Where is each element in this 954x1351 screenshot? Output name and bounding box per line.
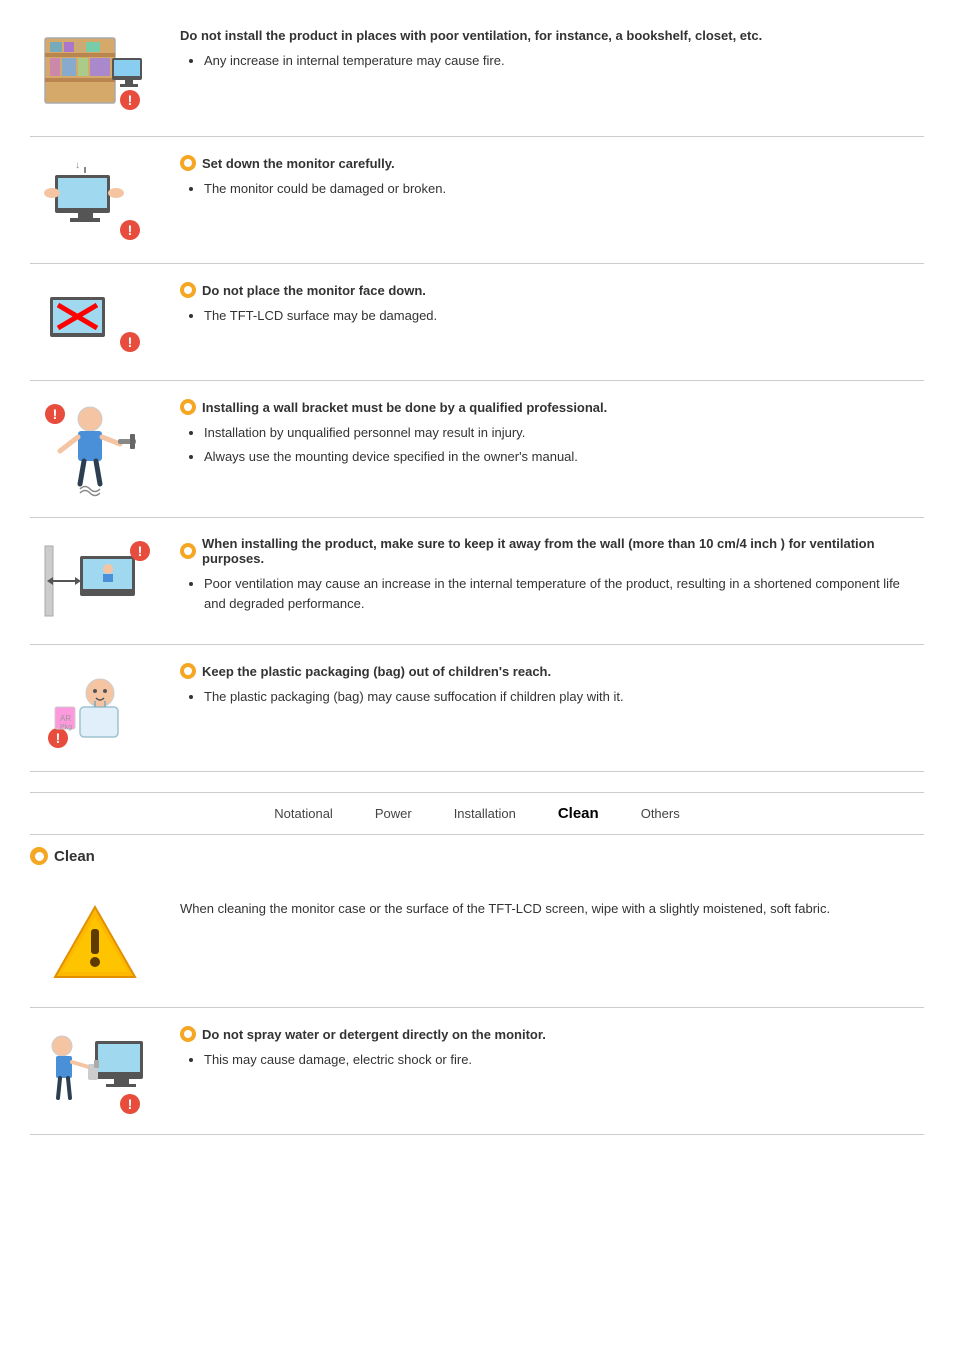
bullets-keep-away-wall: Poor ventilation may cause an increase i… [180, 574, 924, 613]
nav-others[interactable]: Others [635, 802, 686, 825]
illus-ventilation-svg: ! [40, 28, 150, 118]
section-ventilation: ! Do not install the product in places w… [30, 10, 924, 137]
clean-heading-text: Clean [54, 848, 95, 865]
svg-text:AR: AR [60, 714, 71, 723]
title-keep-away-wall: When installing the product, make sure t… [180, 536, 924, 566]
bullets-face-down: The TFT-LCD surface may be damaged. [180, 306, 924, 326]
clean-intro-text: When cleaning the monitor case or the su… [180, 899, 924, 920]
clean-section-heading: Clean [30, 847, 924, 865]
content-plastic-bag: Keep the plastic packaging (bag) out of … [180, 663, 924, 711]
title-text-wall-bracket: Installing a wall bracket must be done b… [202, 400, 607, 415]
svg-text:!: ! [138, 543, 143, 559]
caution-icon-no-spray [180, 1026, 196, 1042]
image-wall-bracket: ! [30, 399, 160, 499]
image-warning-triangle [30, 899, 160, 989]
svg-text:!: ! [56, 730, 61, 746]
image-face-down: ! [30, 282, 160, 362]
svg-text:!: ! [128, 334, 133, 350]
title-text-keep-away-wall: When installing the product, make sure t… [202, 536, 924, 566]
svg-text:!: ! [128, 1096, 133, 1112]
section-keep-away-wall: ! When installing the product, make sure… [30, 518, 924, 645]
caution-icon-set-down [180, 155, 196, 171]
title-plastic-bag: Keep the plastic packaging (bag) out of … [180, 663, 924, 679]
illus-warning-triangle-svg [50, 899, 140, 989]
caution-icon-face-down [180, 282, 196, 298]
svg-text:Pkg: Pkg [60, 724, 72, 731]
section-plastic-bag: ! AR Pkg Keep the plastic packaging (bag… [30, 645, 924, 772]
bullets-ventilation: Any increase in internal temperature may… [180, 51, 924, 71]
section-clean-intro: When cleaning the monitor case or the su… [30, 881, 924, 1008]
caution-icon-plastic-bag [180, 663, 196, 679]
content-keep-away-wall: When installing the product, make sure t… [180, 536, 924, 617]
content-face-down: Do not place the monitor face down. The … [180, 282, 924, 330]
caution-icon-keep-away [180, 543, 196, 559]
svg-text:!: ! [128, 222, 133, 238]
bullet-ventilation-0: Any increase in internal temperature may… [204, 51, 924, 71]
title-text-face-down: Do not place the monitor face down. [202, 283, 426, 298]
illus-face-down-svg: ! [40, 282, 150, 362]
nav-clean[interactable]: Clean [552, 801, 605, 826]
illus-wall-bracket-svg: ! [40, 399, 150, 499]
bullet-keep-away-wall-0: Poor ventilation may cause an increase i… [204, 574, 924, 613]
bullet-set-down-0: The monitor could be damaged or broken. [204, 179, 924, 199]
title-text-plastic-bag: Keep the plastic packaging (bag) out of … [202, 664, 551, 679]
bullets-wall-bracket: Installation by unqualified personnel ma… [180, 423, 924, 466]
title-text-set-down: Set down the monitor carefully. [202, 156, 395, 171]
nav-notational[interactable]: Notational [268, 802, 339, 825]
content-ventilation: Do not install the product in places wit… [180, 28, 924, 75]
bullets-no-spray: This may cause damage, electric shock or… [180, 1050, 924, 1070]
bullets-plastic-bag: The plastic packaging (bag) may cause su… [180, 687, 924, 707]
title-set-down: Set down the monitor carefully. [180, 155, 924, 171]
section-set-down: ! ↓ Set down the monitor carefully. The … [30, 137, 924, 264]
title-text-ventilation: Do not install the product in places wit… [180, 28, 762, 43]
image-set-down: ! ↓ [30, 155, 160, 245]
svg-text:!: ! [53, 406, 58, 422]
section-wall-bracket: ! Installing a wall bracket must be done… [30, 381, 924, 518]
caution-circle-clean [30, 847, 48, 865]
content-no-spray: Do not spray water or detergent directly… [180, 1026, 924, 1074]
bullet-wall-bracket-1: Always use the mounting device specified… [204, 447, 924, 467]
image-no-spray: ! [30, 1026, 160, 1116]
image-ventilation: ! [30, 28, 160, 118]
illus-set-down-svg: ! ↓ [40, 155, 150, 245]
section-no-spray: ! Do not spray water or detergent direct… [30, 1008, 924, 1135]
title-ventilation: Do not install the product in places wit… [180, 28, 924, 43]
nav-bar: Notational Power Installation Clean Othe… [30, 792, 924, 835]
content-wall-bracket: Installing a wall bracket must be done b… [180, 399, 924, 470]
bullets-set-down: The monitor could be damaged or broken. [180, 179, 924, 199]
image-keep-away-wall: ! [30, 536, 160, 626]
bullet-wall-bracket-0: Installation by unqualified personnel ma… [204, 423, 924, 443]
image-plastic-bag: ! AR Pkg [30, 663, 160, 753]
section-face-down: ! Do not place the monitor face down. Th… [30, 264, 924, 381]
nav-installation[interactable]: Installation [448, 802, 522, 825]
page-container: ! Do not install the product in places w… [0, 0, 954, 1145]
title-wall-bracket: Installing a wall bracket must be done b… [180, 399, 924, 415]
content-clean-intro: When cleaning the monitor case or the su… [180, 899, 924, 920]
title-no-spray: Do not spray water or detergent directly… [180, 1026, 924, 1042]
illus-no-spray-svg: ! [40, 1026, 150, 1116]
nav-power[interactable]: Power [369, 802, 418, 825]
illus-keep-away-wall-svg: ! [40, 536, 150, 626]
title-text-no-spray: Do not spray water or detergent directly… [202, 1027, 546, 1042]
bullet-no-spray-0: This may cause damage, electric shock or… [204, 1050, 924, 1070]
caution-icon-wall-bracket [180, 399, 196, 415]
bullet-plastic-bag-0: The plastic packaging (bag) may cause su… [204, 687, 924, 707]
illus-plastic-bag-svg: ! AR Pkg [40, 663, 150, 753]
bullet-face-down-0: The TFT-LCD surface may be damaged. [204, 306, 924, 326]
svg-text:↓: ↓ [75, 160, 80, 171]
svg-text:!: ! [128, 92, 133, 108]
title-face-down: Do not place the monitor face down. [180, 282, 924, 298]
content-set-down: Set down the monitor carefully. The moni… [180, 155, 924, 203]
